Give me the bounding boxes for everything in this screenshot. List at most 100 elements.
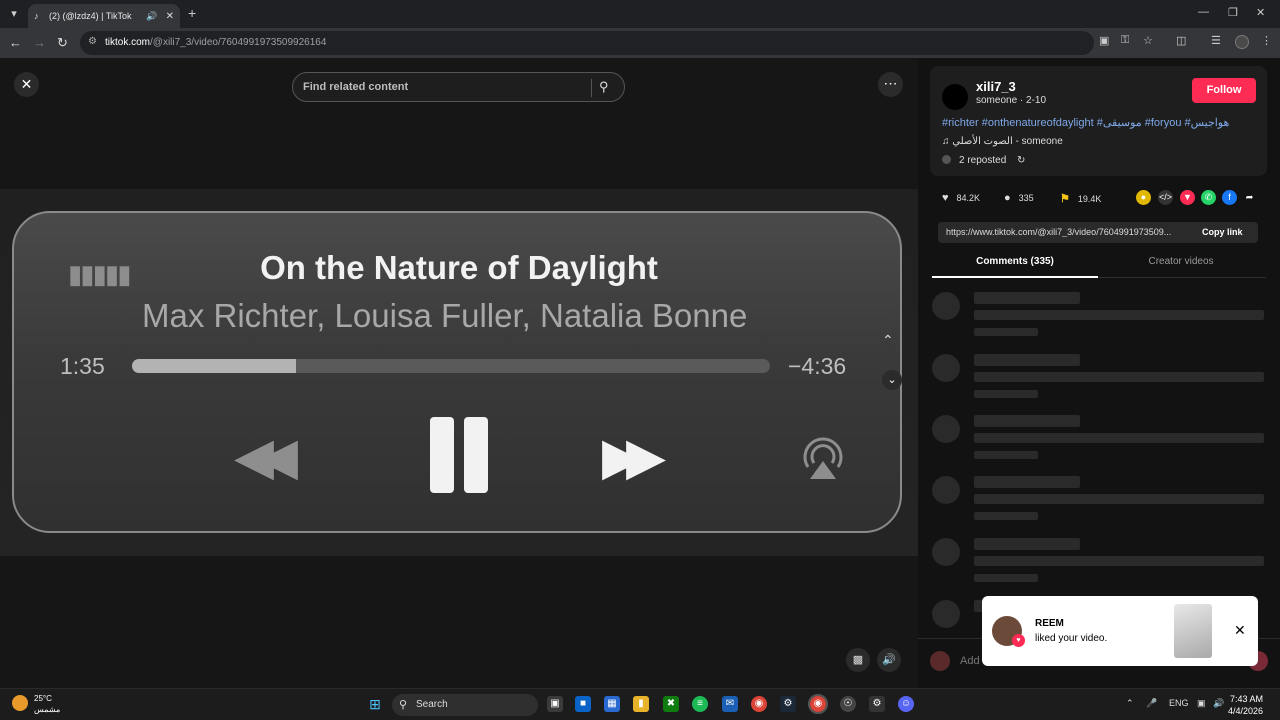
browser-tab[interactable]: ♪ (2) (@lzdz4) | TikTok 🔊 ✕	[28, 4, 180, 28]
search-icon: ⚲	[399, 699, 408, 711]
facebook-icon[interactable]: f	[1222, 190, 1237, 205]
follow-button[interactable]: Follow	[1192, 78, 1256, 103]
windows-start-icon[interactable]: ⊞	[367, 696, 383, 712]
app-icon[interactable]: ☉	[840, 696, 856, 712]
send-icon[interactable]: ▼	[1180, 190, 1195, 205]
active-tab-underline	[932, 276, 1098, 278]
site-info-icon[interactable]: ⚙	[88, 36, 97, 47]
tab-title: (2) (@lzdz4) | TikTok	[49, 11, 132, 21]
comment-skeleton	[932, 352, 1266, 402]
like-button[interactable]: ♥ 84.2K	[942, 192, 980, 204]
close-video-button[interactable]: ✕	[14, 72, 39, 97]
next-video-button[interactable]: ⌄	[882, 370, 902, 390]
video-stage: ✕ Find related content ⚲ ⋯ ▮▮▮▮▮ On the …	[0, 58, 918, 688]
xbox-icon[interactable]: ✖	[663, 696, 679, 712]
tab-comments[interactable]: Comments (335)	[932, 256, 1098, 267]
repost-avatar	[942, 155, 951, 164]
discord-icon[interactable]: ☺	[898, 696, 914, 712]
comment-input[interactable]: Add	[960, 655, 980, 667]
restore-icon[interactable]: ❐	[1228, 6, 1238, 19]
clock[interactable]: 7:43 AM 4/4/2026	[1228, 693, 1263, 717]
microphone-icon[interactable]: 🎤	[1146, 698, 1157, 709]
comment-skeleton	[932, 413, 1266, 463]
embed-icon[interactable]: </>	[1158, 190, 1173, 205]
store-icon[interactable]: ▦	[604, 696, 620, 712]
repost-icon: ↻	[1017, 155, 1026, 166]
whatsapp-icon[interactable]: ✆	[1201, 190, 1216, 205]
chrome-active-icon[interactable]: ◉	[808, 694, 828, 714]
airplay-icon	[798, 431, 848, 481]
comment-count: 335	[1018, 193, 1034, 203]
more-options-button[interactable]: ⋯	[878, 72, 903, 97]
back-icon[interactable]: ←	[9, 35, 22, 50]
comment-skeleton	[932, 474, 1266, 524]
new-tab-button[interactable]: +	[188, 5, 196, 21]
toolbar: ← → ↻ ⚙ tiktok.com/@xili7_3/video/760499…	[0, 28, 1280, 58]
file-explorer-icon[interactable]: ▮	[633, 696, 649, 712]
creator-avatar[interactable]	[942, 84, 968, 110]
volume-icon[interactable]: 🔊	[877, 648, 901, 672]
speaker-icon[interactable]: 🔊	[146, 11, 157, 22]
network-icon[interactable]: ▣	[1197, 698, 1206, 709]
reload-icon[interactable]: ↻	[57, 35, 68, 51]
video-frame[interactable]: ▮▮▮▮▮ On the Nature of Daylight Max Rich…	[0, 189, 918, 556]
elapsed-time: 1:35	[60, 353, 105, 379]
song-title: On the Nature of Daylight	[260, 249, 658, 286]
hashtags[interactable]: #richter #onthenatureofdaylight #موسيقى …	[942, 116, 1229, 129]
coin-icon[interactable]: ●	[1136, 190, 1151, 205]
weather-icon[interactable]	[12, 695, 28, 711]
comment-button[interactable]: ● 335	[1004, 192, 1034, 204]
task-view-icon[interactable]: ▣	[547, 696, 563, 712]
address-bar[interactable]: ⚙ tiktok.com/@xili7_3/video/760499197350…	[80, 31, 1094, 55]
spotify-icon[interactable]: ≡	[692, 696, 708, 712]
extensions-icon[interactable]: ◫	[1176, 34, 1186, 47]
steam-icon[interactable]: ⚙	[780, 696, 796, 712]
related-search-input[interactable]: Find related content ⚲	[292, 72, 625, 102]
copy-link-button[interactable]: Copy link	[1202, 227, 1243, 237]
settings-icon[interactable]: ⚙	[869, 696, 885, 712]
reposted-count: 2 reposted	[959, 155, 1007, 166]
language-indicator[interactable]: ENG	[1169, 698, 1189, 708]
tab-search-button[interactable]: ▾	[4, 4, 24, 24]
chrome-icon[interactable]: ◉	[751, 696, 767, 712]
artist-names: Max Richter, Louisa Fuller, Natalia Bonn…	[142, 297, 748, 334]
close-tab-icon[interactable]: ✕	[166, 11, 174, 22]
tiktok-icon: ♪	[34, 11, 39, 21]
search-icon[interactable]: ⚲	[599, 79, 609, 95]
video-link[interactable]: https://www.tiktok.com/@xili7_3/video/76…	[946, 227, 1192, 237]
previous-video-icon[interactable]: ⌃	[882, 332, 894, 349]
media-control-icon[interactable]: ☰	[1211, 34, 1221, 47]
tab-creator-videos[interactable]: Creator videos	[1098, 256, 1264, 267]
share-arrow-icon[interactable]: ➦	[1242, 190, 1257, 205]
forward-icon[interactable]: →	[33, 35, 46, 50]
video-thumbnail	[1174, 604, 1212, 658]
notifier-name: REEM	[1035, 618, 1064, 629]
minimize-icon[interactable]: —	[1198, 6, 1209, 18]
taskbar-search[interactable]: ⚲ Search	[392, 694, 538, 716]
cast-icon[interactable]: ▣	[1099, 34, 1109, 47]
sound-row[interactable]: ♫ الصوت الأصلي - someone	[942, 136, 1063, 147]
mail-icon[interactable]: ✉	[722, 696, 738, 712]
music-note-icon: ♫	[942, 136, 950, 147]
profile-avatar[interactable]	[1235, 35, 1249, 49]
weather-widget[interactable]: 25°C مشمس	[34, 693, 60, 715]
like-notification[interactable]: ♥ REEM liked your video. ✕	[982, 596, 1258, 666]
menu-icon[interactable]: ⋮	[1261, 34, 1272, 47]
close-window-icon[interactable]: ✕	[1256, 6, 1265, 19]
pip-icon[interactable]: ▩	[846, 648, 870, 672]
search-divider	[591, 79, 592, 97]
tray-overflow-icon[interactable]: ⌃	[1126, 698, 1134, 709]
creator-username[interactable]: xili7_3	[976, 79, 1016, 94]
taskbar: 25°C مشمس ⊞ ⚲ Search ▣ ■ ▦ ▮ ✖ ≡ ✉ ◉ ⚙ ◉ …	[0, 688, 1280, 720]
widgets-icon[interactable]: ■	[575, 696, 591, 712]
clock-time: 7:43 AM	[1230, 694, 1264, 704]
link-box: https://www.tiktok.com/@xili7_3/video/76…	[938, 222, 1258, 243]
close-notification-icon[interactable]: ✕	[1234, 622, 1246, 639]
save-button[interactable]: ⚑ 19.4K	[1060, 192, 1101, 205]
weather-desc: مشمس	[34, 705, 61, 714]
bookmark-star-icon[interactable]: ☆	[1143, 34, 1153, 47]
post-meta: someone · 2-10	[976, 95, 1047, 106]
temperature: 25°C	[34, 694, 52, 703]
volume-tray-icon[interactable]: 🔊	[1213, 698, 1224, 709]
password-icon[interactable]: ⚿	[1121, 34, 1129, 47]
